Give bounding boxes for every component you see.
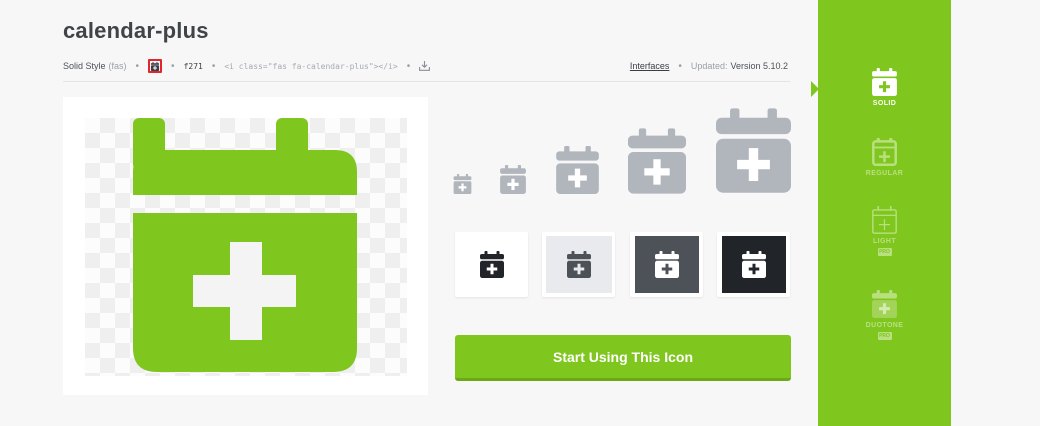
preview-light-gray[interactable]	[542, 232, 615, 297]
style-label: REGULAR	[865, 170, 904, 177]
calendar-plus-icon	[872, 138, 897, 166]
size-previews	[453, 108, 793, 198]
icon-meta-bar: Solid Style (fas) • • f271 • <i class="f…	[63, 58, 788, 74]
style-label: Solid Style	[63, 61, 106, 71]
calendar-plus-icon	[628, 128, 686, 194]
calendar-plus-icon	[872, 68, 897, 96]
calendar-plus-icon	[556, 146, 599, 194]
calendar-plus-icon	[741, 251, 766, 278]
style-label: DUOTONE	[865, 322, 904, 329]
download-icon[interactable]	[419, 61, 431, 71]
calendar-plus-icon	[566, 251, 591, 278]
page-margin	[951, 0, 1040, 426]
style-label: SOLID	[872, 100, 897, 107]
pro-badge: PRO	[877, 248, 892, 256]
calendar-plus-icon	[479, 251, 504, 278]
calendar-plus-icon	[453, 174, 472, 194]
calendar-plus-icon	[872, 290, 897, 318]
calendar-plus-icon	[133, 118, 357, 372]
icon-preview	[63, 97, 428, 395]
style-sidebar: SOLID REGULAR LIGHT PRO DUOTONE PRO	[818, 0, 951, 426]
calendar-plus-icon	[872, 206, 897, 234]
preview-white[interactable]	[455, 232, 528, 297]
divider	[63, 81, 790, 82]
updated-label: Updated:	[690, 61, 728, 71]
page-title: calendar-plus	[63, 18, 209, 43]
style-regular[interactable]: REGULAR	[818, 138, 951, 177]
active-style-pointer	[811, 81, 819, 97]
meta-right: Interfaces • Updated: Version 5.10.2	[629, 60, 788, 72]
unicode-value[interactable]: f271	[184, 62, 203, 71]
calendar-plus-icon[interactable]	[148, 59, 163, 73]
pro-badge: PRO	[877, 332, 892, 340]
interfaces-link[interactable]: Interfaces	[630, 61, 670, 71]
calendar-plus-icon	[716, 108, 791, 193]
code-snippet[interactable]: <i class="fas fa-calendar-plus"></i>	[224, 62, 397, 71]
style-label: LIGHT	[873, 238, 896, 245]
version-value: Version 5.10.2	[730, 61, 788, 71]
calendar-plus-icon	[500, 165, 526, 194]
style-prefix: (fas)	[108, 61, 127, 71]
start-using-button[interactable]: Start Using This Icon	[455, 335, 791, 381]
main-panel: calendar-plus Solid Style (fas) • • f271…	[0, 0, 818, 426]
style-duotone[interactable]: DUOTONE PRO	[818, 290, 951, 340]
style-solid[interactable]: SOLID	[818, 68, 951, 107]
preview-black[interactable]	[717, 232, 790, 297]
calendar-plus-icon	[654, 251, 679, 278]
transparency-grid	[85, 118, 407, 376]
style-light[interactable]: LIGHT PRO	[818, 206, 951, 256]
preview-dark-gray[interactable]	[630, 232, 703, 297]
